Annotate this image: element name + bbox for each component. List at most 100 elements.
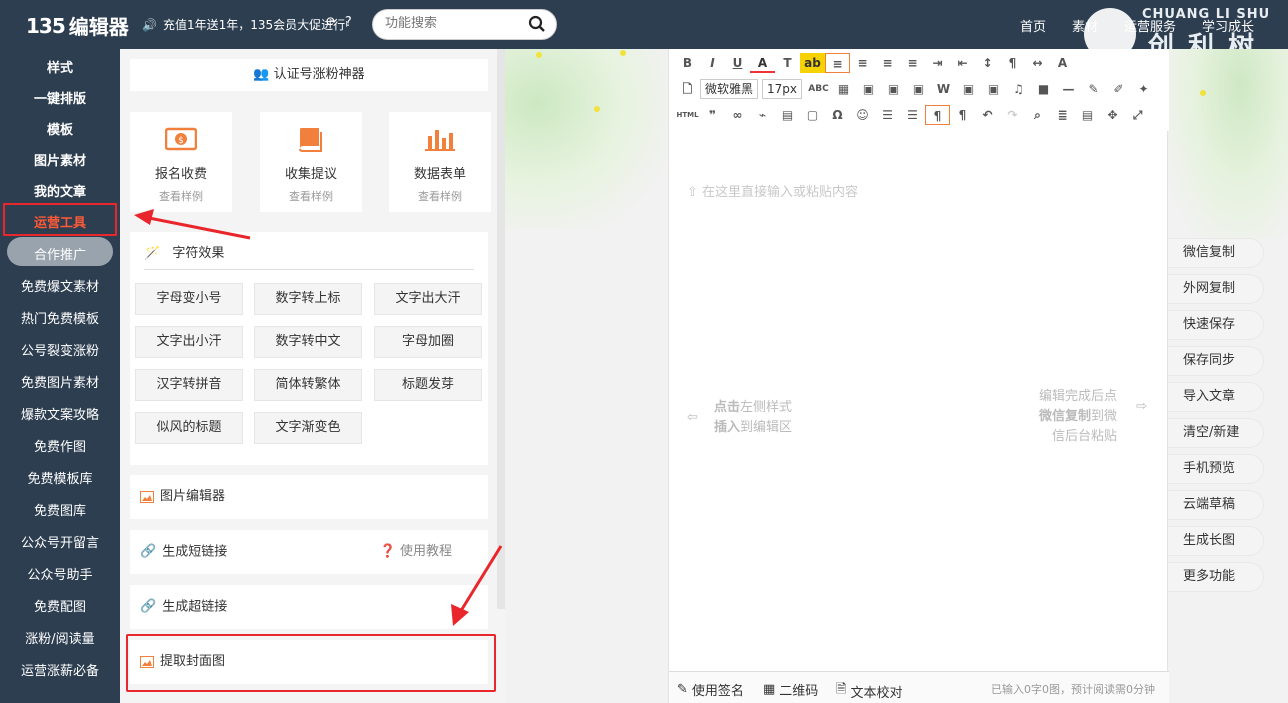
omega-icon[interactable]: Ω <box>825 105 850 125</box>
sidebar-item-11[interactable]: 免费配图 <box>0 596 120 615</box>
sidebar-item-7[interactable]: 免费模板库 <box>0 468 120 487</box>
rtl-icon[interactable]: ¶ <box>950 105 975 125</box>
letter-spacing-icon[interactable]: ↔ <box>1025 53 1050 73</box>
html-icon[interactable]: HTML <box>675 105 700 125</box>
sidebar-item-10[interactable]: 公众号助手 <box>0 564 120 583</box>
magic-icon[interactable]: ✦ <box>1131 79 1156 99</box>
outdent-icon[interactable]: ⇤ <box>950 53 975 73</box>
tutorial-link[interactable]: ❓ 使用教程 <box>380 530 452 574</box>
new-doc-icon[interactable]: 🗋 <box>675 79 700 99</box>
sidebar-item-12[interactable]: 涨粉/阅读量 <box>0 628 120 647</box>
cloud-draft-button[interactable]: 云端草稿 <box>1168 490 1264 520</box>
font-color-icon[interactable]: A <box>750 53 775 73</box>
mobile-preview-button[interactable]: 手机预览 <box>1168 454 1264 484</box>
promo-banner[interactable]: 🔊 充值1年送1年，135会员大促进行中 <box>142 16 347 33</box>
clear-format-icon[interactable]: A <box>1050 53 1075 73</box>
video-icon[interactable]: ■ <box>1031 79 1056 99</box>
link-icon[interactable]: ∞ <box>725 105 750 125</box>
italic-icon[interactable]: I <box>700 53 725 73</box>
highlight-icon[interactable]: ab <box>800 53 825 73</box>
refresh-icon[interactable]: ⟳ <box>326 15 337 30</box>
effect-button[interactable]: 文字渐变色 <box>254 412 362 444</box>
line-height-icon[interactable]: ↕ <box>975 53 1000 73</box>
sidebar-item-style[interactable]: 样式 <box>0 57 120 76</box>
underline-icon[interactable]: U <box>725 53 750 73</box>
redo-icon[interactable]: ↷ <box>1000 105 1025 125</box>
table-icon[interactable]: ▦ <box>831 79 856 99</box>
wechat-copy-button[interactable]: 微信复制 <box>1168 238 1264 268</box>
ltr-icon[interactable]: ¶ <box>925 105 950 125</box>
more-button[interactable]: 更多功能 <box>1168 562 1264 592</box>
sidebar-item-6[interactable]: 免费作图 <box>0 436 120 455</box>
unlink-icon[interactable]: ⌁ <box>750 105 775 125</box>
sidebar-item-1[interactable]: 免费爆文素材 <box>0 276 120 295</box>
help-icon[interactable]: ? <box>345 15 352 30</box>
search-input[interactable] <box>385 16 525 31</box>
text-style-icon[interactable]: T <box>775 53 800 73</box>
clear-new-button[interactable]: 清空/新建 <box>1168 418 1264 448</box>
proofread-button[interactable]: 🗎 文本校对 <box>836 680 902 702</box>
spellcheck-icon[interactable]: ABC <box>806 79 831 99</box>
effect-button[interactable]: 数字转中文 <box>254 326 362 358</box>
text-icon[interactable]: ≣ <box>1050 105 1075 125</box>
panel-scrollbar[interactable] <box>497 49 505 609</box>
import-button[interactable]: 导入文章 <box>1168 382 1264 412</box>
sidebar-item-template[interactable]: 模板 <box>0 119 120 138</box>
ordered-list-icon[interactable]: ☰ <box>875 105 900 125</box>
effect-button[interactable]: 标题发芽 <box>374 369 482 401</box>
align-justify-icon[interactable]: ≡ <box>900 53 925 73</box>
emoji-icon[interactable]: ☺ <box>850 105 875 125</box>
font-family-select[interactable]: 微软雅黑 <box>700 79 759 99</box>
sidebar-item-2[interactable]: 热门免费模板 <box>0 308 120 327</box>
indent-icon[interactable]: ⇥ <box>925 53 950 73</box>
short-link-row[interactable]: 🔗 生成短链接 ❓ 使用教程 <box>130 530 488 574</box>
align-right-icon[interactable]: ≡ <box>875 53 900 73</box>
image-editor-row[interactable]: 图片编辑器 <box>130 475 488 519</box>
tool-sub[interactable]: 查看样例 <box>260 188 362 204</box>
word-icon[interactable]: W <box>931 79 956 99</box>
sidebar-item-images[interactable]: 图片素材 <box>0 150 120 169</box>
image-icon[interactable]: ▣ <box>881 79 906 99</box>
music-icon[interactable]: ♫ <box>1006 79 1031 99</box>
tool-sub[interactable]: 查看样例 <box>130 188 232 204</box>
template-icon[interactable]: ▤ <box>775 105 800 125</box>
align-left-icon[interactable]: ≡ <box>825 53 850 73</box>
hyperlink-row[interactable]: 🔗 生成超链接 <box>130 585 488 629</box>
tool-card-signup[interactable]: $ 报名收费 查看样例 <box>130 112 232 212</box>
external-copy-button[interactable]: 外网复制 <box>1168 274 1264 304</box>
logo[interactable]: 135 编辑器 <box>26 11 129 40</box>
move-icon[interactable]: ✥ <box>1100 105 1125 125</box>
tool-card-form[interactable]: 数据表单 查看样例 <box>389 112 491 212</box>
effect-button[interactable]: 字母变小号 <box>135 283 243 315</box>
effect-button[interactable]: 文字出小汗 <box>135 326 243 358</box>
sidebar-item-partner[interactable]: 合作推广 <box>0 244 120 263</box>
font-size-select[interactable]: 17px <box>762 79 803 99</box>
hr-icon[interactable]: — <box>1056 79 1081 99</box>
sidebar-item-layout[interactable]: 一键排版 <box>0 88 120 107</box>
sidebar-item-8[interactable]: 免费图库 <box>0 500 120 519</box>
effect-button[interactable]: 汉字转拼音 <box>135 369 243 401</box>
bold-icon[interactable]: B <box>675 53 700 73</box>
nav-home[interactable]: 首页 <box>1020 16 1046 35</box>
format-brush-icon[interactable]: ✐ <box>1106 79 1131 99</box>
sidebar-item-13[interactable]: 运营涨薪必备 <box>0 660 120 679</box>
effect-button[interactable]: 似风的标题 <box>135 412 243 444</box>
search-icon[interactable] <box>528 15 546 33</box>
quick-save-button[interactable]: 快速保存 <box>1168 310 1264 340</box>
image-icon[interactable]: ▣ <box>906 79 931 99</box>
sidebar-item-articles[interactable]: 我的文章 <box>0 181 120 200</box>
sidebar-item-9[interactable]: 公众号开留言 <box>0 532 120 551</box>
long-image-button[interactable]: 生成长图 <box>1168 526 1264 556</box>
undo-icon[interactable]: ↶ <box>975 105 1000 125</box>
unordered-list-icon[interactable]: ☰ <box>900 105 925 125</box>
image-icon[interactable]: ▣ <box>981 79 1006 99</box>
image-icon[interactable]: ▣ <box>956 79 981 99</box>
quote-icon[interactable]: ❞ <box>700 105 725 125</box>
brush-icon[interactable]: ✎ <box>1081 79 1106 99</box>
image-icon[interactable]: ▣ <box>856 79 881 99</box>
effect-button[interactable]: 文字出大汗 <box>374 283 482 315</box>
effect-button[interactable]: 字母加圈 <box>374 326 482 358</box>
tool-card-collect[interactable]: 收集提议 查看样例 <box>260 112 362 212</box>
align-center-icon[interactable]: ≡ <box>850 53 875 73</box>
sidebar-item-3[interactable]: 公号裂变涨粉 <box>0 340 120 359</box>
